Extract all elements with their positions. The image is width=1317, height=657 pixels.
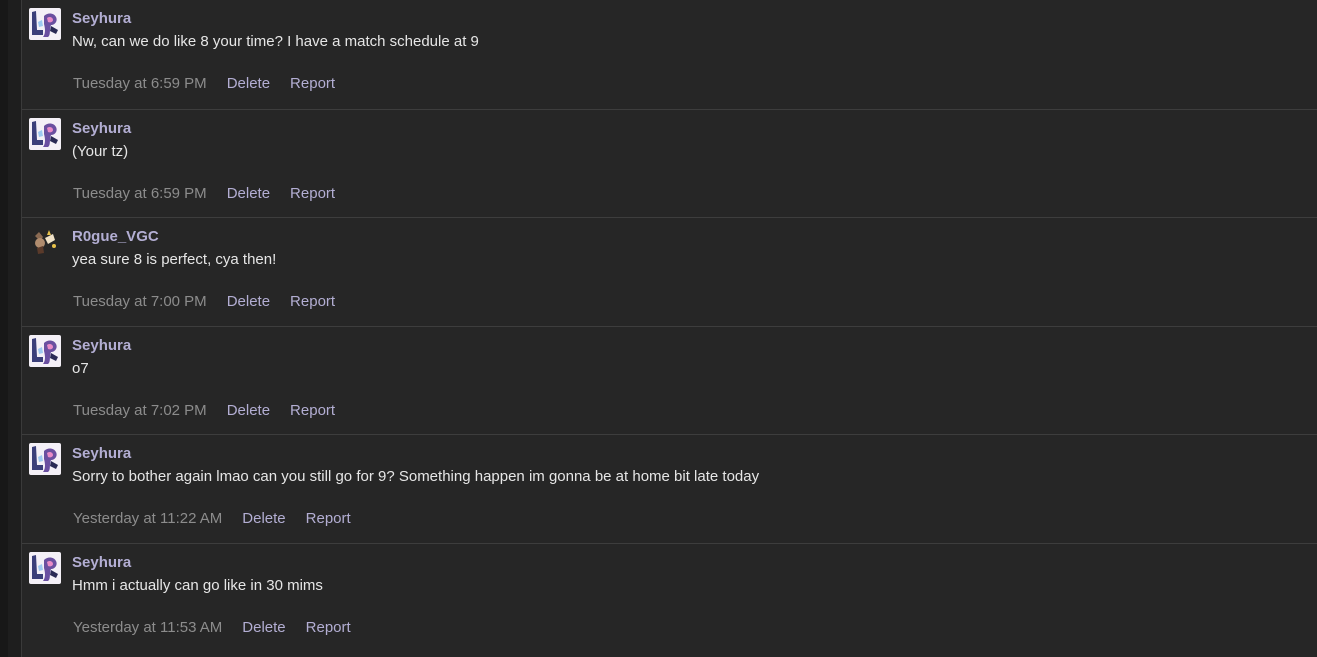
message-text: Sorry to bother again lmao can you still… <box>72 468 760 485</box>
message-meta: Tuesday at 6:59 PM Delete Report <box>73 75 335 92</box>
seyhura-avatar-icon <box>29 334 61 367</box>
message-text: (Your tz) <box>72 142 129 160</box>
r0gue-avatar[interactable] <box>29 226 61 258</box>
report-button[interactable]: Report <box>306 510 351 527</box>
message-author[interactable]: Seyhura <box>72 120 131 137</box>
left-gutter <box>0 0 8 657</box>
message-author[interactable]: R0gue_VGC <box>72 228 159 245</box>
seyhura-avatar-icon <box>29 551 61 584</box>
seyhura-avatar[interactable] <box>29 443 61 475</box>
message-item: Seyhura o7 Tuesday at 7:02 PM Delete Rep… <box>22 325 1317 435</box>
delete-button[interactable]: Delete <box>227 402 270 419</box>
message-meta: Yesterday at 11:53 AM Delete Report <box>73 619 351 636</box>
conversation-page: Seyhura Nw, can we do like 8 your time? … <box>0 0 1317 657</box>
message-timestamp[interactable]: Yesterday at 11:22 AM <box>73 510 222 527</box>
seyhura-avatar[interactable] <box>29 117 61 150</box>
report-button[interactable]: Report <box>290 402 335 419</box>
message-thread: Seyhura Nw, can we do like 8 your time? … <box>21 0 1317 657</box>
message-timestamp[interactable]: Tuesday at 6:59 PM <box>73 185 207 202</box>
delete-button[interactable]: Delete <box>242 510 285 527</box>
message-timestamp[interactable]: Tuesday at 7:00 PM <box>73 293 207 310</box>
delete-button[interactable]: Delete <box>227 293 270 310</box>
message-timestamp[interactable]: Yesterday at 11:53 AM <box>73 619 222 636</box>
delete-button[interactable]: Delete <box>242 619 285 636</box>
seyhura-avatar-icon <box>29 8 61 40</box>
message-item: Seyhura Sorry to bother again lmao can y… <box>22 434 1317 543</box>
message-timestamp[interactable]: Tuesday at 7:02 PM <box>73 402 207 419</box>
message-meta: Tuesday at 7:00 PM Delete Report <box>73 293 335 310</box>
delete-button[interactable]: Delete <box>227 75 270 92</box>
message-author[interactable]: Seyhura <box>72 337 131 354</box>
report-button[interactable]: Report <box>290 185 335 202</box>
report-button[interactable]: Report <box>290 293 335 310</box>
message-item: Seyhura Hmm i actually can go like in 30… <box>22 542 1317 652</box>
message-item: Seyhura Nw, can we do like 8 your time? … <box>22 0 1317 109</box>
seyhura-avatar[interactable] <box>29 551 61 584</box>
message-text: Nw, can we do like 8 your time? I have a… <box>72 33 479 50</box>
message-author[interactable]: Seyhura <box>72 10 131 27</box>
message-item: Seyhura (Your tz) Tuesday at 6:59 PM Del… <box>22 108 1317 218</box>
message-text: yea sure 8 is perfect, cya then! <box>72 251 277 268</box>
message-timestamp[interactable]: Tuesday at 6:59 PM <box>73 75 207 92</box>
message-text: o7 <box>72 359 89 377</box>
message-meta: Tuesday at 7:02 PM Delete Report <box>73 402 335 419</box>
message-item: R0gue_VGC yea sure 8 is perfect, cya the… <box>22 217 1317 326</box>
message-meta: Yesterday at 11:22 AM Delete Report <box>73 510 351 527</box>
message-author[interactable]: Seyhura <box>72 445 131 462</box>
message-text: Hmm i actually can go like in 30 mims <box>72 576 323 594</box>
seyhura-avatar[interactable] <box>29 334 61 367</box>
seyhura-avatar-icon <box>29 443 61 475</box>
seyhura-avatar-icon <box>29 117 61 150</box>
delete-button[interactable]: Delete <box>227 185 270 202</box>
report-button[interactable]: Report <box>306 619 351 636</box>
message-author[interactable]: Seyhura <box>72 554 131 571</box>
r0gue-avatar-icon <box>29 226 61 258</box>
message-meta: Tuesday at 6:59 PM Delete Report <box>73 185 335 202</box>
seyhura-avatar[interactable] <box>29 8 61 40</box>
report-button[interactable]: Report <box>290 75 335 92</box>
